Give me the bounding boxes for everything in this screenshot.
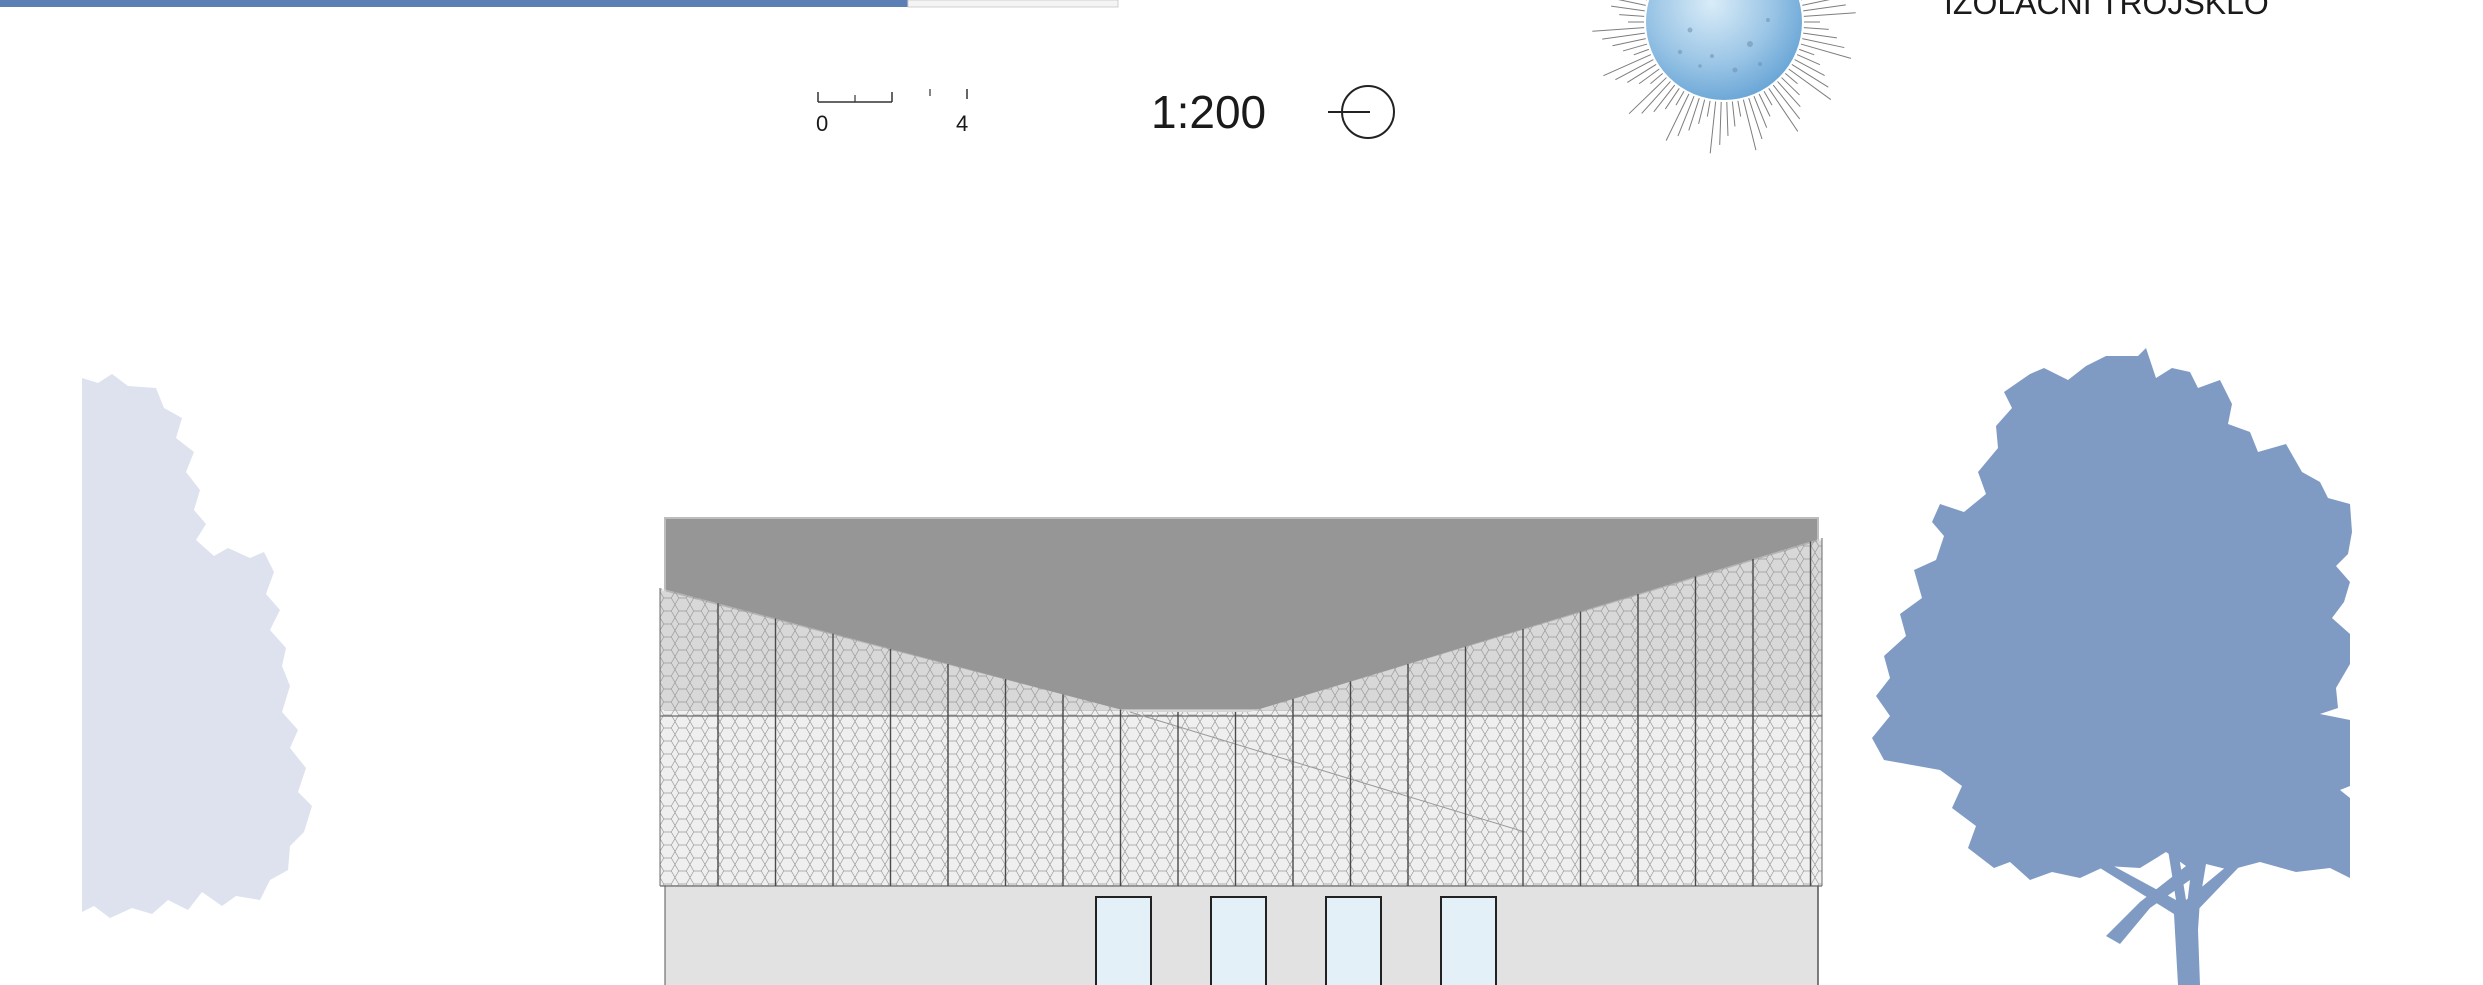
tree-left-silhouette: [82, 374, 312, 918]
window: [1095, 896, 1152, 985]
legend-glass-label: IZOLAČNÍ TROJSKLO: [1944, 0, 2269, 21]
scale-ratio: 1:200: [1151, 86, 1266, 138]
window: [1210, 896, 1267, 985]
window: [1440, 896, 1497, 985]
tree-right-branches: [2100, 850, 2238, 985]
window: [1325, 896, 1382, 985]
scale-bar: 0 4: [816, 89, 968, 136]
header-band: [0, 0, 1119, 8]
scale-start-label: 0: [816, 111, 828, 136]
glass-sphere-icon: [1592, 0, 1856, 154]
elevation-drawing: 0 4 1:200 IZOLAČNÍ TROJSKLO: [0, 0, 2352, 985]
building-elevation: [659, 517, 1823, 985]
north-arrow-icon: [1328, 85, 1395, 139]
scale-end-label: 4: [956, 111, 968, 136]
tree-right-silhouette: [1872, 348, 2352, 985]
